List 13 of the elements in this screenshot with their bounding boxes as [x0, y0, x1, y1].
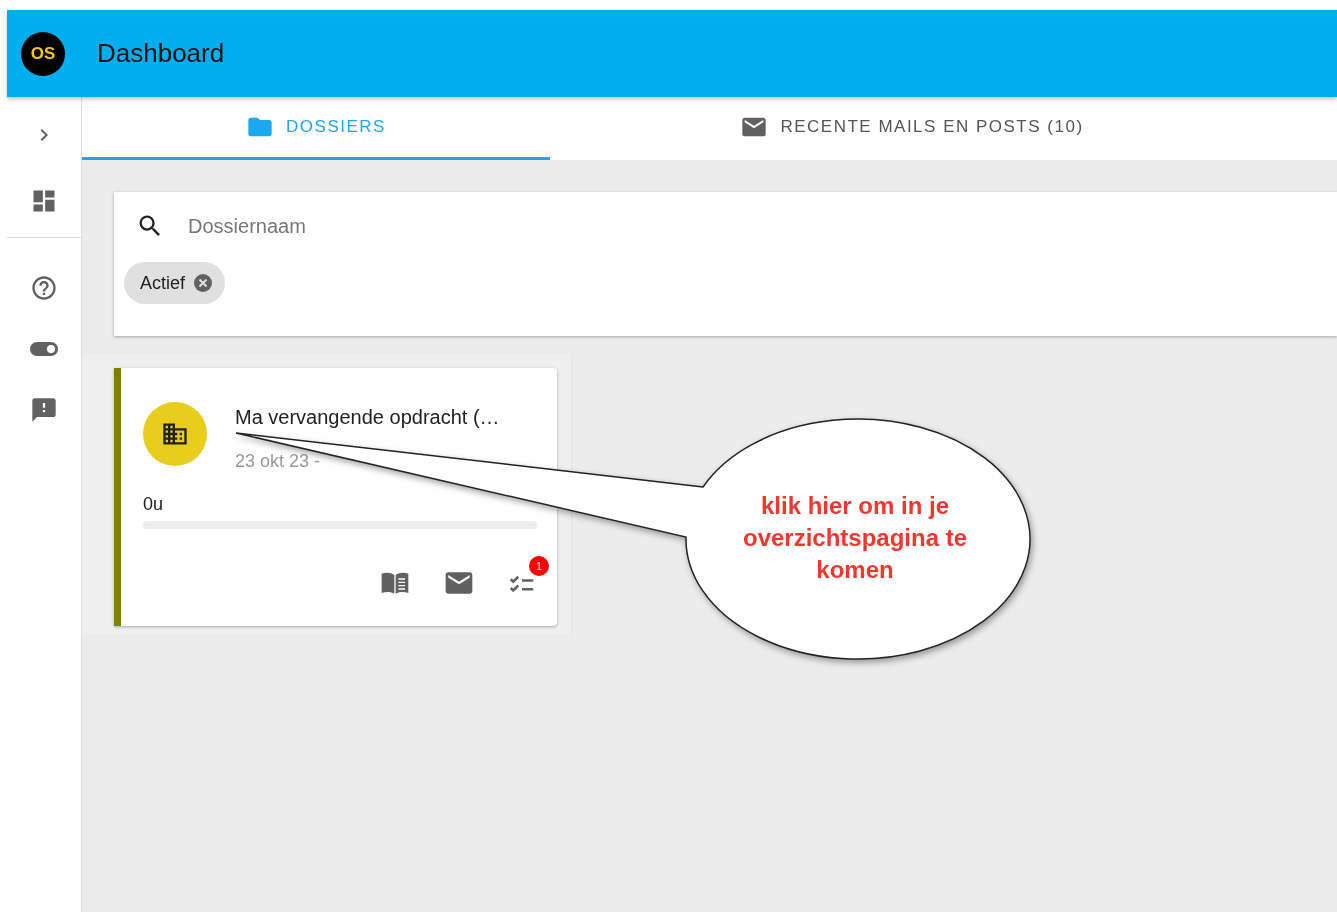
logo: OS: [21, 31, 65, 76]
dossier-title: Ma vervangende opdracht (…: [235, 406, 500, 429]
feedback-icon[interactable]: [30, 396, 58, 424]
dossier-dates: 23 okt 23 -: [235, 451, 322, 472]
notification-badge: 1: [529, 556, 549, 576]
callout-text: klik hier om in je overzichtspagina te komen: [741, 491, 969, 585]
filter-chip[interactable]: Actief: [124, 262, 226, 304]
hours-label: 0u: [143, 494, 165, 515]
dossier-card[interactable]: Ma vervangende opdracht (… 23 okt 23 - 0u 1: [114, 368, 557, 626]
toggle-icon[interactable]: [30, 342, 58, 356]
close-icon[interactable]: [193, 273, 214, 293]
page-title: Dashboard: [97, 38, 225, 69]
help-icon[interactable]: [30, 274, 58, 302]
